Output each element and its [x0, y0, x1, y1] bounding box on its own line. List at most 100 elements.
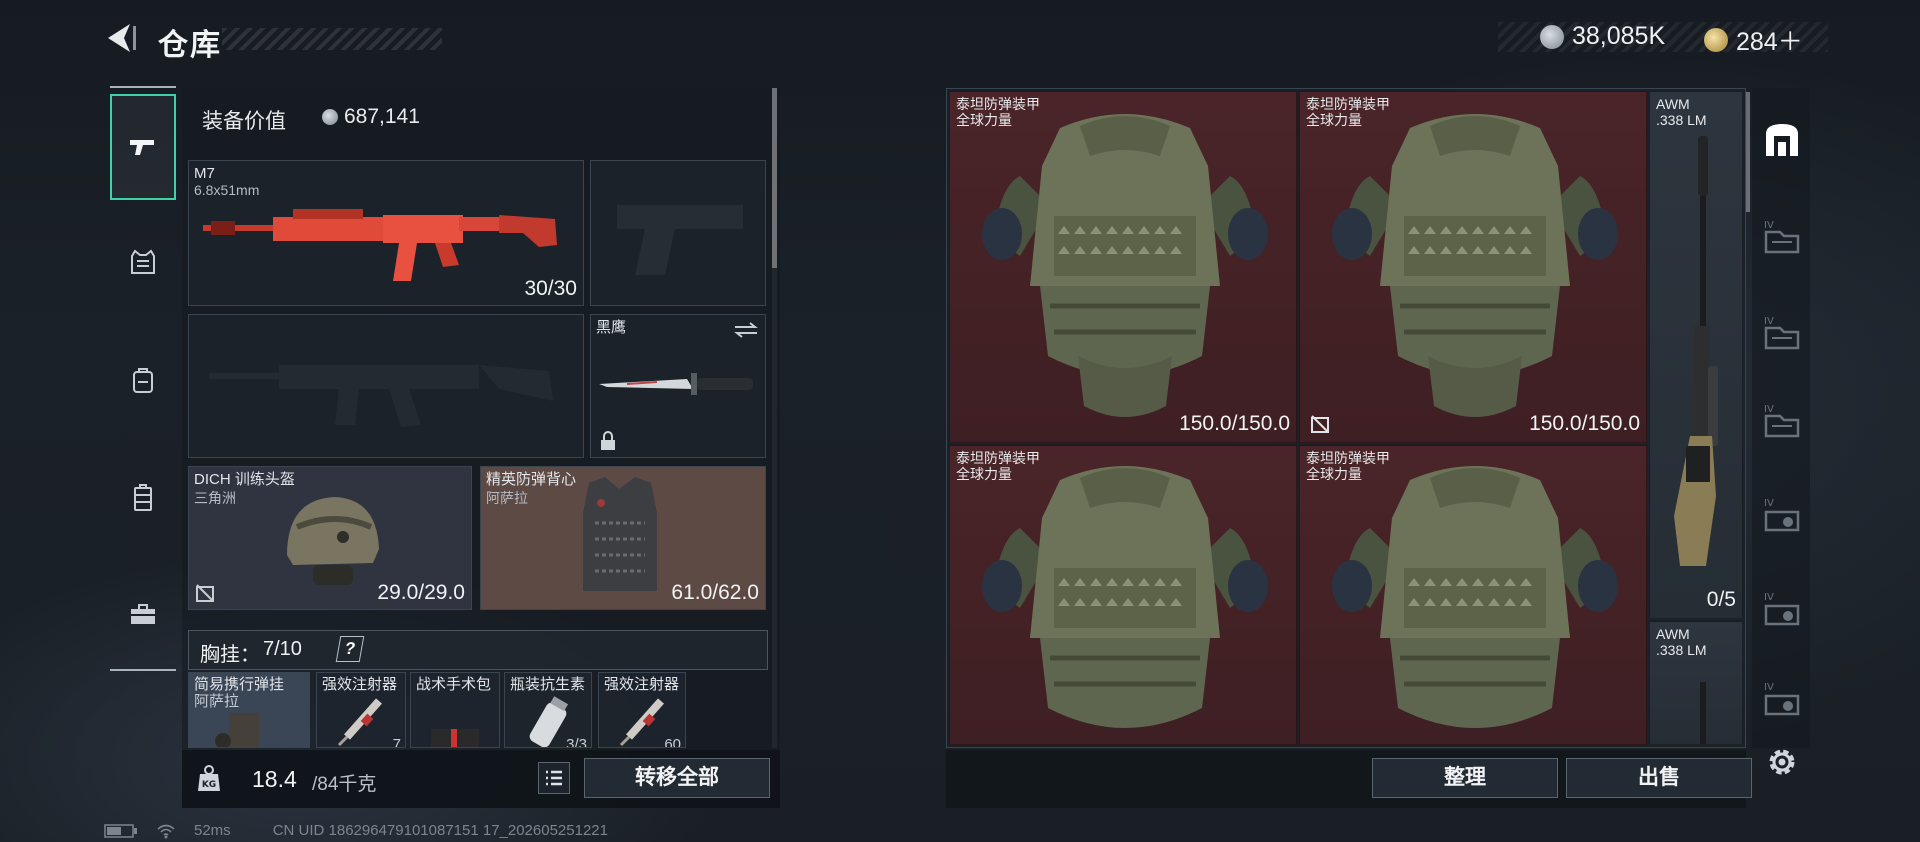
tab-backpack[interactable]	[110, 324, 176, 436]
container-icon: IV	[1764, 682, 1800, 716]
surgery-kit-icon	[431, 729, 479, 747]
stash-item-armor[interactable]: 泰坦防弹装甲 全球力量	[949, 445, 1297, 745]
gold-currency[interactable]: 284＋	[1704, 22, 1803, 58]
stash-item-armor[interactable]: 泰坦防弹装甲 全球力量 150.0/150.0	[1299, 91, 1647, 443]
tab-toolbox[interactable]	[110, 558, 176, 670]
item-map: 阿萨拉	[194, 693, 240, 710]
melee-slot[interactable]: 黑鹰	[590, 314, 766, 458]
container-icon: IV	[1764, 316, 1800, 350]
category-sidebar	[110, 86, 176, 671]
item-name: 战术手术包	[416, 676, 492, 693]
pistol-slot[interactable]	[590, 160, 766, 306]
tab-chest-rig[interactable]	[110, 442, 176, 554]
stash-page-container[interactable]: IV	[1758, 490, 1806, 538]
transfer-all-button[interactable]: 转移全部	[584, 758, 770, 798]
item-quantity: 7	[392, 736, 401, 748]
list-view-button[interactable]	[538, 762, 570, 794]
stash-home-icon	[1766, 124, 1798, 156]
sell-button[interactable]: 出售	[1566, 758, 1752, 798]
silver-coin-icon	[322, 109, 338, 125]
equipment-value: 687,141	[322, 105, 420, 129]
backpack-icon	[133, 368, 153, 393]
tier-label: IV	[1764, 316, 1774, 327]
loadout-scrollbar-thumb[interactable]	[772, 88, 777, 268]
chest-rig-item[interactable]: 简易携行弹挂 阿萨拉	[188, 672, 310, 748]
rifle-icon	[203, 209, 557, 281]
vest-durability: 61.0/62.0	[671, 581, 759, 604]
item-caliber: .338 LM	[1656, 112, 1707, 128]
helmet-icon	[287, 497, 379, 585]
container-icon: IV	[1764, 404, 1800, 438]
stash-item-rifle[interactable]: AWM .338 LM	[1649, 621, 1743, 745]
stash-item-rifle[interactable]: AWM .338 LM 0/5	[1649, 91, 1743, 619]
injector-icon	[619, 698, 664, 747]
tab-armor[interactable]	[110, 206, 176, 318]
stash-page-container[interactable]: IV	[1758, 584, 1806, 632]
chest-slot-injector[interactable]: 强效注射器 7	[316, 672, 406, 748]
title-decoration	[222, 28, 442, 50]
helmet-slot[interactable]: DICH 训练头盔 三角洲 29.0/29.0	[188, 466, 472, 610]
stash-item-armor[interactable]: 泰坦防弹装甲 全球力量 150.0/150.0	[949, 91, 1297, 443]
tier-label: IV	[1764, 682, 1774, 693]
stash-page-container[interactable]: IV	[1758, 212, 1806, 260]
sniper-rifle-icon	[1700, 682, 1706, 744]
item-quantity: 3/3	[566, 736, 587, 748]
item-name: 强效注射器	[604, 676, 680, 693]
ping-value: 52ms	[194, 822, 231, 839]
stash-page-home[interactable]	[1758, 116, 1806, 164]
silver-coin-icon	[1540, 24, 1564, 49]
item-caliber: .338 LM	[1656, 642, 1707, 658]
weapon-name: M7	[194, 165, 215, 182]
equipment-value-label: 装备价值	[202, 110, 286, 133]
armor-icon	[1332, 466, 1618, 728]
melee-name: 黑鹰	[596, 319, 627, 336]
item-name: 瓶装抗生素	[510, 676, 586, 693]
secondary-weapon-slot[interactable]	[188, 314, 584, 458]
status-footer: 52ms CN UID 186296479101087151 17_202605…	[104, 822, 608, 839]
swap-icon[interactable]	[733, 321, 759, 339]
weapon-caliber: 6.8x51mm	[194, 182, 260, 198]
armor-icon	[982, 114, 1268, 417]
vest-map: 阿萨拉	[486, 490, 528, 506]
back-button[interactable]	[100, 18, 140, 58]
settings-button[interactable]	[1764, 744, 1800, 780]
chest-rig-count: 7/10	[263, 638, 302, 660]
sniper-rifle-icon	[1674, 136, 1718, 566]
gear-icon	[1769, 749, 1795, 775]
helmet-durability: 29.0/29.0	[377, 581, 465, 604]
silver-currency[interactable]: 38,085K	[1540, 22, 1665, 51]
chest-slot-injector-2[interactable]: 强效注射器 60	[598, 672, 686, 748]
sort-button[interactable]: 整理	[1372, 758, 1558, 798]
stash-item-armor[interactable]: 泰坦防弹装甲 全球力量	[1299, 445, 1647, 745]
item-name: 简易携行弹挂	[194, 676, 285, 693]
chest-slot-surgery-kit[interactable]: 战术手术包	[410, 672, 500, 748]
rifle-silhouette-icon	[209, 365, 553, 427]
item-quantity: 60	[664, 736, 681, 748]
svg-text:KG: KG	[202, 780, 216, 790]
current-weight: 18.4	[252, 766, 297, 792]
stash-page-container[interactable]: IV	[1758, 396, 1806, 444]
battery-icon	[104, 823, 137, 838]
tab-weapons[interactable]	[110, 94, 176, 200]
weight-icon: KG	[198, 765, 220, 791]
stash-page-container[interactable]: IV	[1758, 674, 1806, 722]
gold-coin-icon	[1704, 28, 1728, 52]
item-name: AWM	[1656, 626, 1690, 642]
vest-slot[interactable]: 精英防弹背心 阿萨拉 61.0/62.0	[480, 466, 766, 610]
pistol-icon	[130, 140, 154, 155]
help-button[interactable]: ?	[335, 636, 365, 662]
chest-slot-antibiotics[interactable]: 瓶装抗生素 3/3	[504, 672, 592, 748]
item-durability: 150.0/150.0	[1179, 412, 1290, 435]
silver-amount: 38,085K	[1572, 22, 1666, 50]
broken-durability-icon	[196, 584, 214, 602]
primary-weapon-slot[interactable]: M7 6.8x51mm 30/30	[188, 160, 584, 306]
item-name: 强效注射器	[322, 676, 398, 693]
ammo-count: 30/30	[524, 277, 577, 300]
tier-label: IV	[1764, 498, 1774, 509]
lock-icon	[601, 431, 615, 450]
stash-grid: 泰坦防弹装甲 全球力量 150.0/150.0 泰坦防弹装甲 全球力量 150.…	[946, 88, 1746, 748]
chest-rig-icon	[134, 484, 152, 511]
stash-page-container[interactable]: IV	[1758, 308, 1806, 356]
stash-scrollbar-thumb[interactable]	[1746, 92, 1750, 212]
pistol-silhouette-icon	[617, 205, 743, 275]
